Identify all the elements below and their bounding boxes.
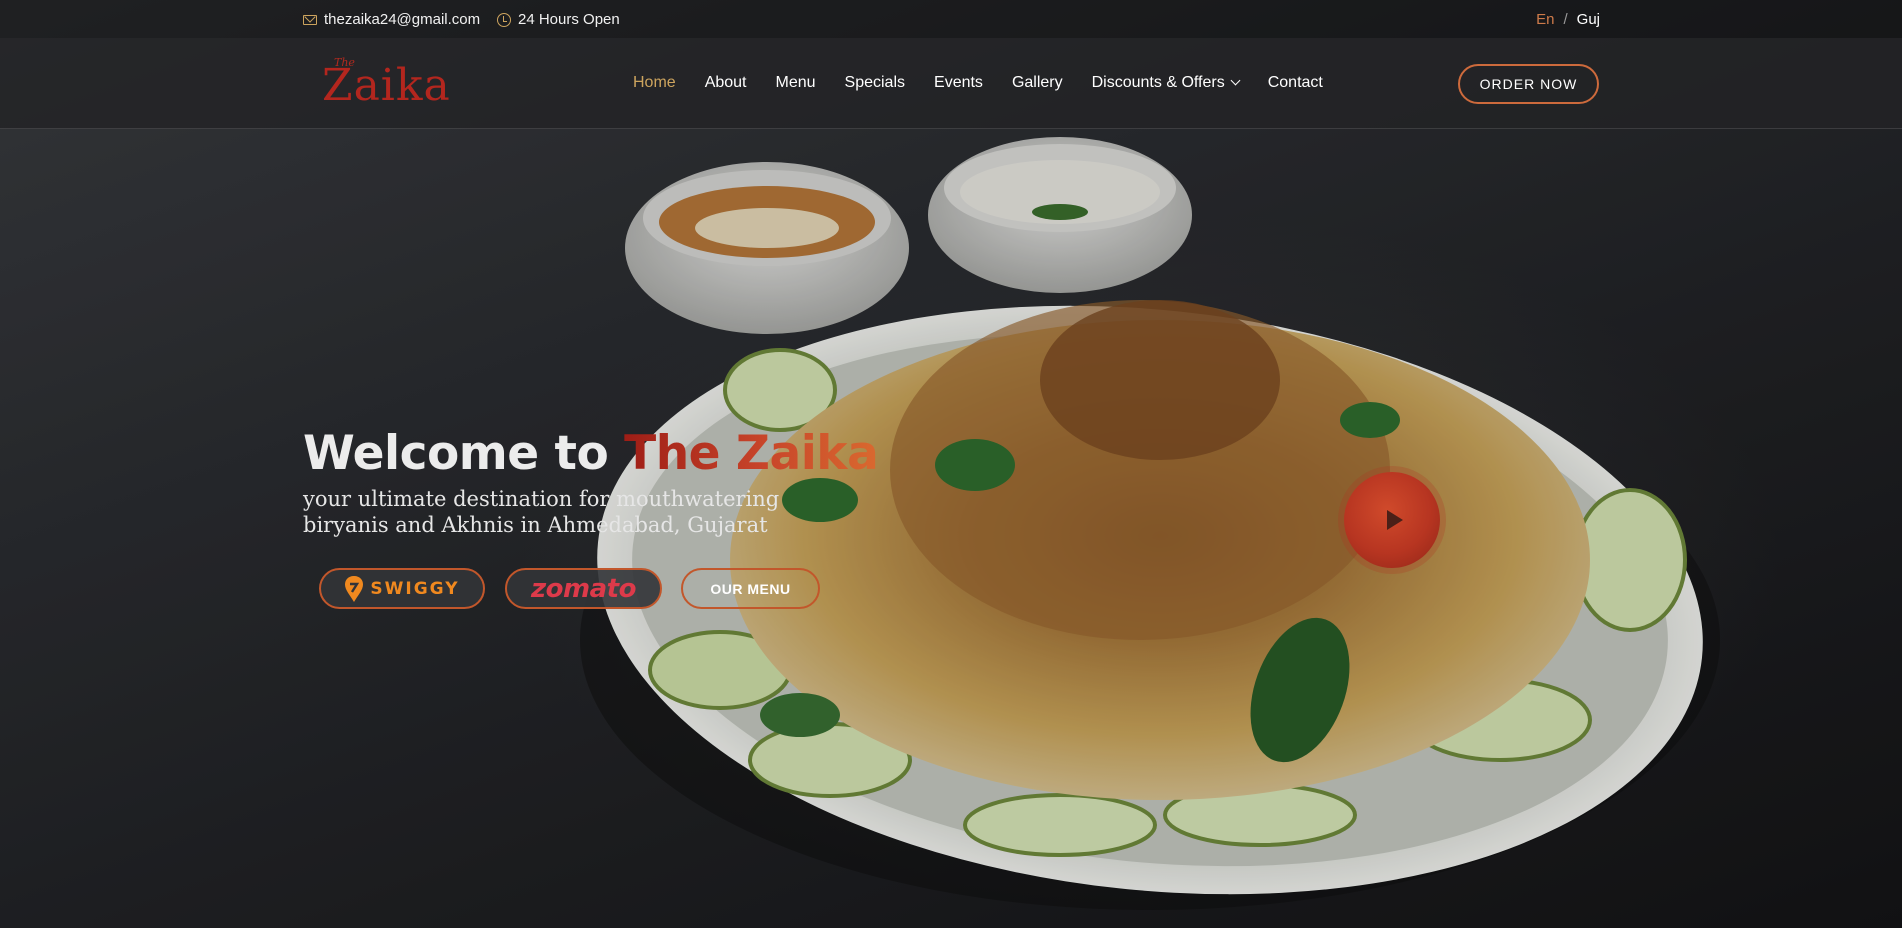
nav-menu[interactable]: Menu: [776, 74, 816, 92]
nav-discounts[interactable]: Discounts & Offers: [1091, 74, 1241, 92]
top-info-bar: thezaika24@gmail.com 24 Hours Open En / …: [0, 0, 1902, 38]
hero-title-brand: The Zaika: [624, 426, 879, 481]
main-nav: Home About Menu Specials Events Gallery …: [633, 74, 1323, 92]
zomato-button[interactable]: zomato: [505, 568, 662, 609]
chevron-down-icon: [1230, 75, 1241, 86]
main-header: The Zaika Home About Menu Specials Event…: [0, 38, 1902, 129]
nav-about[interactable]: About: [705, 74, 747, 92]
hero-dark-overlay: [0, 0, 1902, 928]
hero-background: [0, 0, 1902, 928]
site-logo[interactable]: The Zaika: [322, 56, 450, 116]
swiggy-label: SWIGGY: [370, 578, 460, 599]
nav-events[interactable]: Events: [934, 74, 983, 92]
email-info[interactable]: thezaika24@gmail.com: [303, 11, 480, 28]
hero-title-prefix: Welcome to: [303, 426, 625, 481]
swiggy-logo-icon: [345, 575, 364, 602]
hours-text: 24 Hours Open: [518, 11, 620, 28]
logo-name: Zaika: [322, 60, 451, 111]
language-switcher: En / Guj: [1536, 11, 1600, 28]
nav-home[interactable]: Home: [633, 74, 676, 92]
hero-title: Welcome to The Zaika: [303, 426, 879, 481]
lang-separator: /: [1563, 11, 1568, 28]
lang-en[interactable]: En: [1536, 11, 1554, 28]
our-menu-button[interactable]: OUR MENU: [681, 568, 820, 609]
order-now-button[interactable]: ORDER NOW: [1458, 64, 1599, 104]
email-text[interactable]: thezaika24@gmail.com: [324, 11, 480, 28]
hero-tagline: your ultimate destination for mouthwater…: [303, 486, 823, 538]
tagline-line-2: biryanis and Akhnis in Ahmedabad, Gujara…: [303, 513, 768, 537]
lang-guj[interactable]: Guj: [1577, 11, 1600, 28]
play-video-button[interactable]: [1344, 472, 1440, 568]
envelope-icon: [303, 14, 317, 25]
hours-info: 24 Hours Open: [497, 11, 620, 28]
play-icon: [1387, 510, 1403, 530]
swiggy-button[interactable]: SWIGGY: [319, 568, 485, 609]
nav-gallery[interactable]: Gallery: [1012, 74, 1063, 92]
tagline-line-1: your ultimate destination for mouthwater…: [303, 487, 780, 511]
nav-discounts-label: Discounts & Offers: [1091, 74, 1225, 91]
zomato-label: zomato: [531, 573, 636, 604]
nav-contact[interactable]: Contact: [1268, 74, 1323, 92]
nav-specials[interactable]: Specials: [845, 74, 905, 92]
clock-icon: [497, 12, 511, 27]
